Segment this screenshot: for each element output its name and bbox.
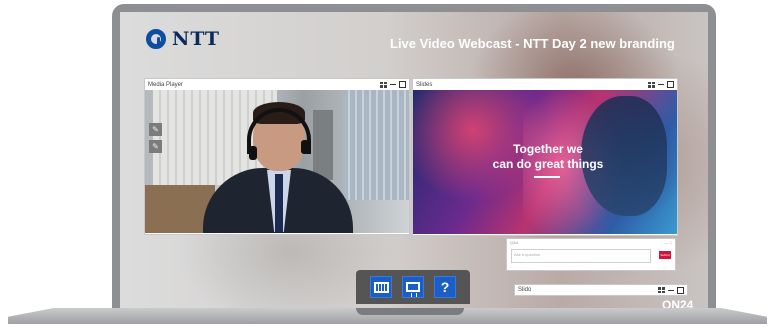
ntt-logo-icon [146,29,166,49]
headset-earcup-right [301,140,309,154]
ntt-logo: NTT [146,28,220,50]
reaction-icon[interactable]: ✎ [149,123,162,136]
slide-text-line2: can do great things [492,157,604,171]
video-player[interactable]: ✎ ✎ [145,90,409,233]
qa-panel: Q&A — □ Ask a question Submit [506,238,676,271]
slide-divider [534,176,560,178]
minimize-icon[interactable] [658,84,664,85]
headset-earcup-left [249,146,257,160]
slide-portrait [581,96,667,216]
slido-panel: Slido [514,284,688,296]
slido-header[interactable]: Slido [515,285,687,295]
presenter-tie [275,174,283,232]
media-player-title: Media Player [148,81,184,88]
layout-grid-icon[interactable] [648,81,655,88]
on24-logo: ON24 [662,298,694,308]
maximize-icon[interactable] [399,81,406,88]
layout-grid-icon[interactable] [380,81,387,88]
webcast-console: NTT Live Video Webcast - NTT Day 2 new b… [120,12,708,308]
film-strip-icon [373,281,389,293]
media-player-dock-button[interactable] [370,276,392,298]
window-blinds-right [343,90,409,200]
slide-viewer[interactable]: Together we can do great things [413,90,677,234]
slides-title: Slides [416,81,433,88]
slido-title: Slido [518,287,532,293]
qa-title: Q&A [510,240,519,245]
minimize-icon[interactable] [390,84,396,85]
presentation-icon [406,282,420,297]
qa-submit-button[interactable]: Submit [659,251,671,259]
minimize-icon[interactable] [668,289,674,291]
laptop-base-notch [356,308,464,315]
slides-panel: Slides Together we can do great things [412,78,678,236]
widget-dock: ? [356,270,470,304]
slides-dock-button[interactable] [402,276,424,298]
event-title: Live Video Webcast - NTT Day 2 new brand… [390,36,675,51]
background-shelf [313,110,333,180]
media-player-panel: Media Player ✎ ✎ [144,78,410,235]
qa-header: Q&A — □ [507,239,675,247]
qa-question-input[interactable]: Ask a question [511,249,651,263]
logo-text: NTT [172,28,220,50]
help-button[interactable]: ? [434,276,456,298]
maximize-icon[interactable] [667,81,674,88]
layout-grid-icon[interactable] [658,287,665,293]
share-icon[interactable]: ✎ [149,140,162,153]
slide-text-line1: Together we [513,142,583,156]
help-icon: ? [440,279,450,295]
maximize-icon[interactable] [677,286,684,294]
qa-window-controls[interactable]: — □ [664,240,672,246]
